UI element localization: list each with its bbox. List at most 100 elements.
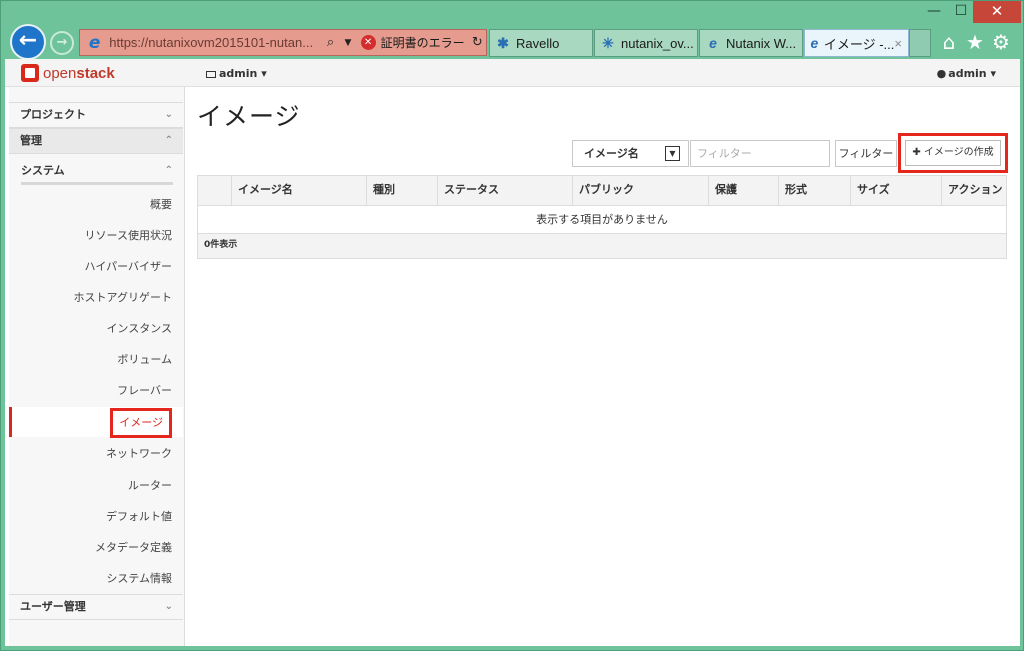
chevron-down-icon: ▼	[665, 146, 680, 161]
project-menu-label: admin ▾	[219, 67, 267, 80]
chevron-down-icon: ⌄	[164, 601, 173, 612]
sidebar-project-label: プロジェクト	[20, 108, 86, 121]
user-menu[interactable]: ● admin ▾	[937, 67, 996, 80]
sidebar-item-defaults[interactable]: デフォルト値	[9, 502, 183, 532]
ie-icon: e	[88, 32, 101, 53]
chevron-down-icon: ⌄	[164, 109, 173, 120]
address-url[interactable]: https://nutanixovm2015101-nutan...	[109, 35, 322, 50]
title-bar: — ☐ ✕	[1, 1, 1024, 27]
column-header[interactable]: 保護	[708, 176, 778, 205]
back-button[interactable]: ←	[10, 24, 46, 60]
tab-ravello[interactable]: ✱ Ravello	[489, 29, 593, 57]
sidebar-item-flavors[interactable]: フレーバー	[9, 376, 183, 406]
sidebar-project-header[interactable]: プロジェクト ⌄	[9, 102, 183, 128]
column-header[interactable]: 種別	[366, 176, 437, 205]
sidebar-item-usage[interactable]: リソース使用状況	[9, 221, 183, 251]
create-image-button[interactable]: ✚ イメージの作成	[905, 140, 1001, 166]
filter-input[interactable]: フィルター	[690, 140, 830, 167]
favorites-icon[interactable]: ★	[963, 31, 987, 55]
tab-images[interactable]: e イメージ -... ×	[804, 29, 909, 57]
tab-label: Nutanix W...	[726, 35, 797, 51]
filter-field-select[interactable]: イメージ名 ▼	[572, 140, 689, 167]
sidebar-item-host-aggregates[interactable]: ホストアグリゲート	[9, 283, 183, 313]
filter-button[interactable]: フィルター	[835, 140, 897, 167]
dropdown-icon[interactable]: ▼	[339, 38, 356, 48]
sidebar-item-label: ネットワーク	[106, 447, 172, 460]
column-header[interactable]: イメージ名	[231, 176, 366, 205]
search-icon[interactable]: ⌕	[322, 35, 339, 50]
browser-window: — ☐ ✕ ← → e https://nutanixovm2015101-nu…	[0, 0, 1024, 651]
sidebar-item-label: ルーター	[128, 479, 172, 492]
project-menu[interactable]: admin ▾	[206, 67, 267, 80]
error-icon: ✕	[360, 35, 376, 50]
sidebar-item-hypervisors[interactable]: ハイパーバイザー	[9, 252, 183, 282]
sidebar-system-header[interactable]: システム ⌃	[21, 159, 173, 185]
table-footer-count: 0件表示	[198, 234, 1006, 258]
column-header[interactable]: 形式	[778, 176, 850, 205]
user-icon: ●	[936, 67, 947, 80]
ravello-icon: ✱	[497, 35, 509, 51]
sidebar-identity-header[interactable]: ユーザー管理 ⌄	[9, 594, 183, 620]
gear-icon[interactable]: ⚙	[989, 31, 1013, 55]
sidebar-item-overview[interactable]: 概要	[9, 190, 183, 220]
sidebar-item-system-info[interactable]: システム情報	[9, 564, 183, 594]
ie-icon: e	[709, 35, 717, 51]
project-icon	[206, 70, 216, 78]
close-tab-icon[interactable]: ×	[894, 36, 902, 51]
close-window-button[interactable]: ✕	[973, 1, 1021, 23]
ie-icon: e	[810, 35, 819, 51]
sidebar-item-label: イメージ	[110, 408, 172, 438]
sidebar-item-label: メタデータ定義	[95, 541, 172, 554]
forward-button[interactable]: →	[50, 31, 74, 55]
refresh-icon[interactable]: ↻	[469, 35, 486, 50]
sidebar-item-label: 概要	[150, 198, 172, 211]
pinwheel-icon: ✳	[602, 35, 614, 51]
sidebar-item-routers[interactable]: ルーター	[9, 471, 183, 501]
column-header[interactable]: パブリック	[572, 176, 708, 205]
sidebar-item-label: ホストアグリゲート	[73, 291, 172, 304]
address-bar[interactable]: e https://nutanixovm2015101-nutan... ⌕ ▼…	[79, 29, 487, 56]
sidebar: プロジェクト ⌄ 管理 ⌃ システム ⌃ 概要 リソース使用状況 ハイパーバイザ…	[9, 87, 185, 646]
sidebar-admin-header[interactable]: 管理 ⌃	[9, 128, 183, 154]
minimize-button[interactable]: —	[919, 1, 949, 23]
filter-field-value: イメージ名	[584, 147, 639, 160]
sidebar-item-images[interactable]: イメージ	[9, 407, 183, 438]
sidebar-item-label: インスタンス	[106, 322, 172, 335]
page-content: open stack admin ▾ ● admin ▾ プロジェクト ⌄ 管理 ⌃…	[5, 59, 1020, 646]
sidebar-item-label: リソース使用状況	[84, 229, 172, 242]
column-header[interactable]: サイズ	[850, 176, 941, 205]
tab-nutanix-w[interactable]: e Nutanix W...	[699, 29, 803, 57]
column-header: アクション	[941, 176, 1007, 205]
tab-nutanix-ov[interactable]: ✳ nutanix_ov...	[594, 29, 698, 57]
openstack-logo[interactable]: open stack	[21, 64, 115, 82]
new-tab-button[interactable]	[909, 29, 931, 57]
column-header[interactable]: ステータス	[437, 176, 572, 205]
tab-label: イメージ -...	[823, 36, 895, 52]
maximize-button[interactable]: ☐	[949, 1, 973, 23]
home-icon[interactable]: ⌂	[937, 31, 961, 55]
create-image-highlight: ✚ イメージの作成	[898, 133, 1008, 173]
empty-message: 表示する項目がありません	[198, 206, 1006, 234]
sidebar-item-volumes[interactable]: ボリューム	[9, 345, 183, 375]
sidebar-item-label: ハイパーバイザー	[84, 260, 172, 273]
tab-label: Ravello	[516, 35, 560, 51]
user-menu-label: admin ▾	[948, 67, 996, 80]
images-table: イメージ名 種別 ステータス パブリック 保護 形式 サイズ アクション 表示す…	[197, 175, 1007, 259]
page-title: イメージ	[197, 103, 301, 131]
tab-label: nutanix_ov...	[621, 35, 694, 51]
top-navbar: open stack admin ▾ ● admin ▾	[5, 59, 1020, 87]
cert-error[interactable]: ✕ 証明書のエラー	[360, 34, 465, 51]
chevron-up-icon: ⌃	[164, 165, 173, 176]
sidebar-admin-label: 管理	[20, 134, 42, 147]
cert-error-label: 証明書のエラー	[380, 36, 465, 50]
sidebar-item-metadata[interactable]: メタデータ定義	[9, 533, 183, 563]
openstack-logo-icon	[21, 64, 39, 82]
sidebar-item-networks[interactable]: ネットワーク	[9, 439, 183, 469]
sidebar-item-instances[interactable]: インスタンス	[9, 314, 183, 344]
sidebar-item-label: ボリューム	[117, 353, 172, 366]
select-all-header[interactable]	[198, 176, 231, 205]
sidebar-item-label: フレーバー	[117, 384, 172, 397]
sidebar-identity-label: ユーザー管理	[20, 600, 86, 613]
sidebar-item-label: デフォルト値	[106, 510, 172, 523]
table-header: イメージ名 種別 ステータス パブリック 保護 形式 サイズ アクション	[198, 176, 1006, 206]
